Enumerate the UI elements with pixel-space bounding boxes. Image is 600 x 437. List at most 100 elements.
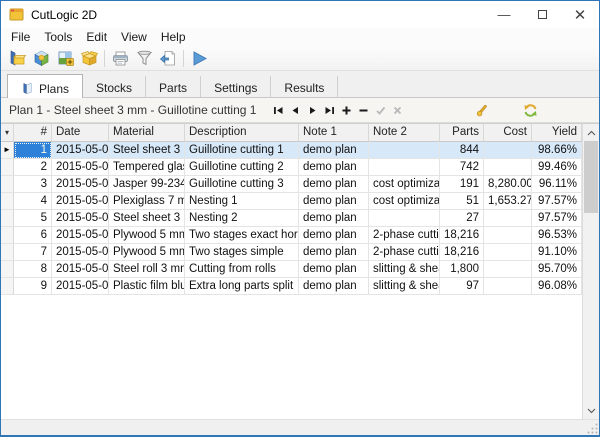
filter-button[interactable] bbox=[132, 47, 156, 69]
open-plan-button[interactable] bbox=[5, 47, 29, 69]
grid-cell[interactable]: cost optimization bbox=[369, 193, 440, 210]
run-button[interactable] bbox=[187, 47, 211, 69]
scroll-up-button[interactable] bbox=[583, 124, 599, 141]
print-button[interactable] bbox=[108, 47, 132, 69]
insert-record-button[interactable] bbox=[338, 102, 355, 119]
scrollbar-thumb[interactable] bbox=[584, 141, 598, 213]
grid-cell[interactable]: Guillotine cutting 3 bbox=[185, 176, 299, 193]
table-row[interactable]: 62015-05-05Plywood 5 mmTwo stages exact … bbox=[1, 227, 582, 244]
grid-cell[interactable]: 97.57% bbox=[532, 193, 582, 210]
scrollbar-track[interactable] bbox=[583, 213, 599, 402]
grid-cell[interactable]: 4 bbox=[14, 193, 52, 210]
menu-tools[interactable]: Tools bbox=[37, 29, 79, 45]
grid-cell[interactable]: Jasper 99-234 bbox=[109, 176, 185, 193]
grid-cell[interactable]: Guillotine cutting 1 bbox=[185, 142, 299, 159]
grid-cell[interactable]: demo plan bbox=[299, 227, 369, 244]
grid-cell[interactable]: 27 bbox=[440, 210, 484, 227]
grid-cell[interactable]: Extra long parts split bbox=[185, 278, 299, 295]
grid-cell[interactable]: Steel sheet 3 mm bbox=[109, 142, 185, 159]
column-header[interactable]: Parts bbox=[440, 124, 484, 142]
menu-file[interactable]: File bbox=[4, 29, 37, 45]
tab-plans[interactable]: Plans bbox=[7, 74, 83, 98]
grid-cell[interactable]: 2015-05-05 bbox=[52, 176, 109, 193]
grid-cell[interactable]: 844 bbox=[440, 142, 484, 159]
grid-cell[interactable]: demo plan bbox=[299, 210, 369, 227]
scroll-down-button[interactable] bbox=[583, 402, 599, 419]
last-record-button[interactable] bbox=[321, 102, 338, 119]
grid-cell[interactable]: 2-phase cutting bbox=[369, 244, 440, 261]
grid-cell[interactable]: 742 bbox=[440, 159, 484, 176]
stocks-button[interactable] bbox=[29, 47, 53, 69]
prior-record-button[interactable] bbox=[287, 102, 304, 119]
grid-cell[interactable]: 1,800 bbox=[440, 261, 484, 278]
grid-cell[interactable]: 2015-05-05 bbox=[52, 193, 109, 210]
grid-cell[interactable]: Cutting from rolls bbox=[185, 261, 299, 278]
wand-button[interactable] bbox=[475, 102, 492, 119]
grid-cell[interactable]: 3 bbox=[14, 176, 52, 193]
column-header[interactable]: Note 1 bbox=[299, 124, 369, 142]
grid-cell[interactable]: cost optimization bbox=[369, 176, 440, 193]
grid-cell[interactable]: Two stages exact hor bbox=[185, 227, 299, 244]
grid-cell[interactable] bbox=[484, 210, 532, 227]
grid-cell[interactable]: 1,653.27 bbox=[484, 193, 532, 210]
column-header[interactable]: Note 2 bbox=[369, 124, 440, 142]
grid-cell[interactable] bbox=[484, 278, 532, 295]
grid-cell[interactable]: 96.11% bbox=[532, 176, 582, 193]
grid-cell[interactable]: demo plan bbox=[299, 176, 369, 193]
table-row[interactable]: 32015-05-05Jasper 99-234Guillotine cutti… bbox=[1, 176, 582, 193]
grid-cell[interactable]: 2015-05-05 bbox=[52, 278, 109, 295]
grid-cell[interactable]: 97.57% bbox=[532, 210, 582, 227]
grid-cell[interactable]: 95.70% bbox=[532, 261, 582, 278]
grid-cell[interactable]: 8,280.00 bbox=[484, 176, 532, 193]
cancel-edit-button[interactable] bbox=[389, 102, 406, 119]
grid-cell[interactable]: demo plan bbox=[299, 159, 369, 176]
menu-view[interactable]: View bbox=[114, 29, 154, 45]
grid-cell[interactable]: slitting & shearing bbox=[369, 278, 440, 295]
resize-grip[interactable] bbox=[586, 422, 599, 435]
grid-cell[interactable]: 2 bbox=[14, 159, 52, 176]
import-button[interactable] bbox=[156, 47, 180, 69]
column-header[interactable]: Date bbox=[52, 124, 109, 142]
table-row[interactable]: 22015-05-05Tempered glass 4 mmGuillotine… bbox=[1, 159, 582, 176]
grid-cell[interactable]: 5 bbox=[14, 210, 52, 227]
minimize-button[interactable]: — bbox=[485, 1, 523, 28]
grid-cell[interactable]: 91.10% bbox=[532, 244, 582, 261]
grid-cell[interactable]: 2015-05-05 bbox=[52, 261, 109, 278]
grid-cell[interactable]: demo plan bbox=[299, 261, 369, 278]
materials-button[interactable] bbox=[77, 47, 101, 69]
first-record-button[interactable] bbox=[270, 102, 287, 119]
grid-cell[interactable]: 98.66% bbox=[532, 142, 582, 159]
grid-cell[interactable]: 18,216 bbox=[440, 227, 484, 244]
grid-cell[interactable]: Two stages simple bbox=[185, 244, 299, 261]
post-edit-button[interactable] bbox=[372, 102, 389, 119]
grid-cell[interactable] bbox=[484, 227, 532, 244]
grid-cell[interactable]: 18,216 bbox=[440, 244, 484, 261]
grid-cell[interactable] bbox=[369, 210, 440, 227]
grid-cell[interactable]: demo plan bbox=[299, 278, 369, 295]
table-row[interactable]: 52015-05-05Steel sheet 3 mmNesting 2demo… bbox=[1, 210, 582, 227]
tab-parts[interactable]: Parts bbox=[146, 76, 201, 97]
grid-cell[interactable]: Plastic film blue bbox=[109, 278, 185, 295]
grid-cell[interactable] bbox=[484, 142, 532, 159]
close-button[interactable]: ✕ bbox=[561, 1, 599, 28]
grid-cell[interactable]: demo plan bbox=[299, 142, 369, 159]
grid-cell[interactable]: Guillotine cutting 2 bbox=[185, 159, 299, 176]
grid-cell[interactable]: 2015-05-05 bbox=[52, 142, 109, 159]
grid-cell[interactable]: 191 bbox=[440, 176, 484, 193]
grid-cell[interactable]: Tempered glass 4 mm bbox=[109, 159, 185, 176]
next-record-button[interactable] bbox=[304, 102, 321, 119]
grid-cell[interactable]: 97 bbox=[440, 278, 484, 295]
grid-cell[interactable]: 8 bbox=[14, 261, 52, 278]
table-row[interactable]: 82015-05-05Steel roll 3 mmCutting from r… bbox=[1, 261, 582, 278]
grid-cell[interactable]: 2015-05-05 bbox=[52, 244, 109, 261]
grid-cell[interactable] bbox=[484, 261, 532, 278]
tab-settings[interactable]: Settings bbox=[201, 76, 271, 97]
grid-cell[interactable]: 96.08% bbox=[532, 278, 582, 295]
table-row[interactable]: ►12015-05-05Steel sheet 3 mmGuillotine c… bbox=[1, 142, 582, 159]
grid-cell[interactable] bbox=[369, 142, 440, 159]
grid-cell[interactable]: Steel roll 3 mm bbox=[109, 261, 185, 278]
grid-cell[interactable]: 2015-05-05 bbox=[52, 159, 109, 176]
menu-help[interactable]: Help bbox=[154, 29, 193, 45]
maximize-button[interactable] bbox=[523, 1, 561, 28]
grid-cell[interactable] bbox=[484, 159, 532, 176]
